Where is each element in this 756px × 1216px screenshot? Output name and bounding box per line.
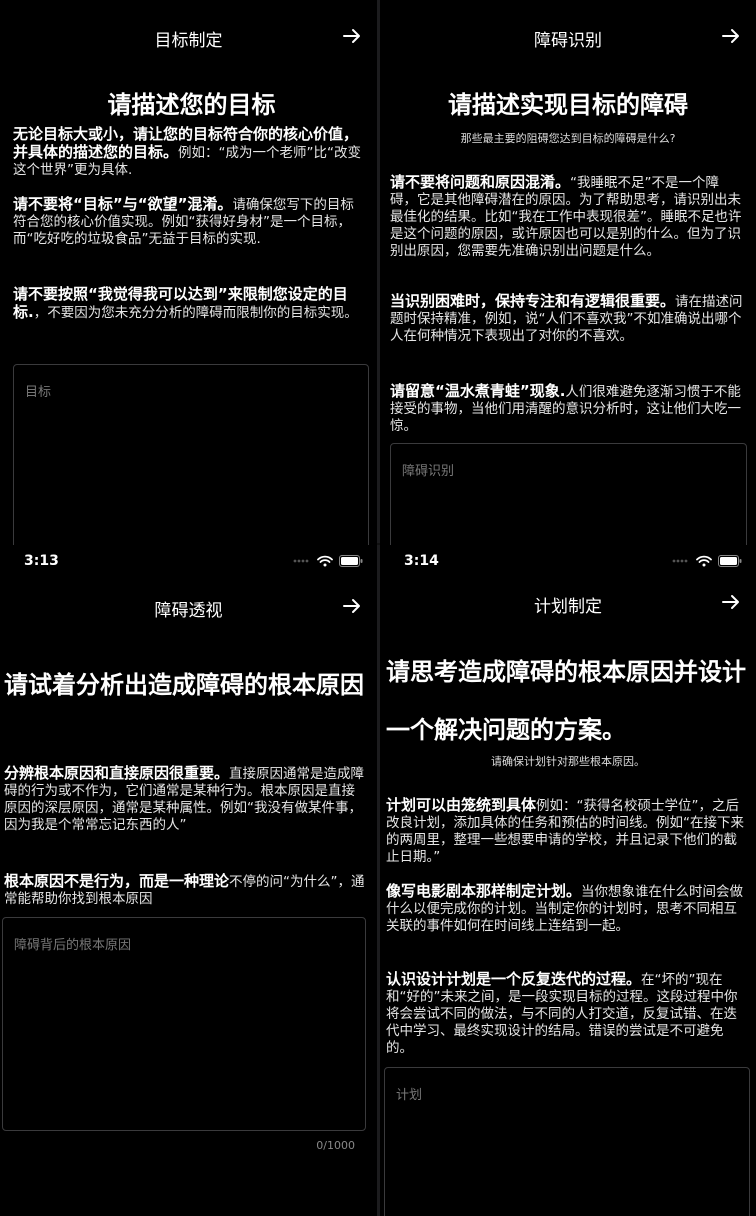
obstacle-input[interactable]: 障碍识别 — [390, 443, 747, 545]
instruction-paragraph: 请不要按照“我觉得我可以达到”来限制您设定的目标.，不要因为您未充分分析的障碍而… — [13, 285, 358, 322]
page-heading: 请描述您的目标 — [107, 91, 276, 119]
instruction-paragraph: 计划可以由笼统到具体例如：“获得名校硕士学位”，之后改良计划，添加具体的任务和预… — [386, 796, 744, 866]
battery-icon — [718, 555, 742, 567]
signal-dots-icon — [293, 559, 309, 563]
status-time: 3:14 — [404, 553, 439, 569]
input-placeholder: 计划 — [396, 1088, 423, 1103]
instruction-paragraph: 请不要将问题和原因混淆。“我睡眠不足”不是一个障碍，它是其他障碍潜在的原因。为了… — [390, 173, 742, 260]
arrow-right-icon[interactable] — [341, 595, 363, 617]
instruction-paragraph: 请不要将“目标”与“欲望”混淆。请确保您写下的目标符合您的核心价值实现。例如“获… — [13, 195, 354, 248]
instruction-paragraph: 当识别困难时，保持专注和有逻辑很重要。请在描述问题时保持精准，例如，说“人们不喜… — [390, 292, 743, 345]
status-time: 3:13 — [24, 553, 59, 569]
status-bar: 3:14 — [380, 545, 756, 581]
screen-plan-design: 3:14 计划制定 请思考造成障碍的根本原因并设计一个解决问题的方案。 请确保计… — [380, 545, 756, 1216]
input-placeholder: 障碍识别 — [402, 464, 455, 479]
page-heading: 请思考造成障碍的根本原因并设计一个解决问题的方案。 — [386, 658, 746, 744]
arrow-right-icon[interactable] — [720, 25, 742, 47]
status-bar: 3:13 — [0, 545, 377, 581]
wifi-icon — [696, 555, 712, 567]
input-placeholder: 目标 — [25, 385, 52, 400]
arrow-right-icon[interactable] — [341, 25, 363, 47]
screen-goal-setting: 目标制定 请描述您的目标 无论目标大或小，请让您的目标符合你的核心价值，并具体的… — [0, 0, 377, 545]
screen-obstacle-analysis: 3:13 障碍透视 请试着分析出造成障碍的根本原因 分辨根本原因和直接原因很重要… — [0, 545, 377, 1216]
signal-dots-icon — [672, 559, 688, 563]
instruction-paragraph: 认识设计计划是一个反复迭代的过程。在“坏的”现在和“好的”未来之间，是一段实现目… — [386, 970, 738, 1057]
root-cause-input[interactable]: 障碍背后的根本原因 — [2, 917, 366, 1131]
instruction-paragraph: 像写电影剧本那样制定计划。当你想象谁在什么时间会做什么以便完成你的计划。当制定你… — [386, 882, 744, 935]
instruction-paragraph: 无论目标大或小，请让您的目标符合你的核心价值，并具体的描述您的目标。例如：“成为… — [13, 125, 361, 179]
goal-input[interactable]: 目标 — [13, 364, 369, 545]
character-counter: 0/1000 — [316, 1139, 355, 1152]
instruction-paragraph: 分辨根本原因和直接原因很重要。直接原因通常是造成障碍的行为或不作为，它们通常是某… — [4, 764, 365, 834]
page-heading: 请试着分析出造成障碍的根本原因 — [4, 671, 364, 699]
input-placeholder: 障碍背后的根本原因 — [14, 938, 132, 953]
page-subtitle: 请确保计划针对那些根本原因。 — [491, 755, 645, 768]
plan-input[interactable]: 计划 — [384, 1067, 750, 1216]
instruction-paragraph: 根本原因不是行为，而是一种理论不停的问“为什么”，通常能帮助你找到根本原因 — [4, 872, 365, 908]
wifi-icon — [317, 555, 333, 567]
arrow-right-icon[interactable] — [720, 591, 742, 613]
nav-title: 障碍识别 — [534, 31, 602, 51]
battery-icon — [339, 555, 363, 567]
page-subtitle: 那些最主要的阻碍您达到目标的障碍是什么? — [460, 132, 676, 145]
nav-title: 计划制定 — [534, 597, 602, 617]
screen-obstacle-identification: 障碍识别 请描述实现目标的障碍 那些最主要的阻碍您达到目标的障碍是什么? 请不要… — [380, 0, 756, 545]
nav-title: 障碍透视 — [154, 601, 223, 621]
page-heading: 请描述实现目标的障碍 — [448, 91, 688, 119]
instruction-paragraph: 请留意“温水煮青蛙”现象.人们很难避免逐渐习惯于不能接受的事物，当他们用清醒的意… — [390, 382, 741, 435]
nav-title: 目标制定 — [154, 31, 223, 51]
